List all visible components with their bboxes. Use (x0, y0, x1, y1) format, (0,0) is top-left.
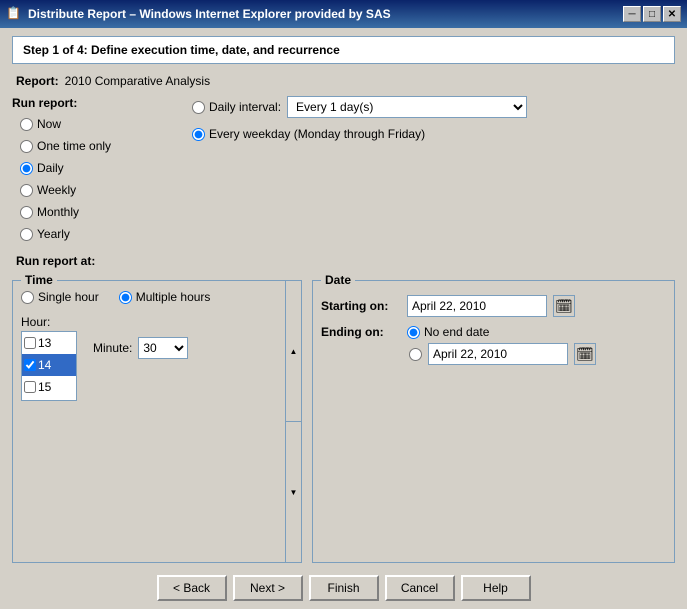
back-button[interactable]: < Back (157, 575, 227, 601)
radio-daily-input[interactable] (20, 162, 33, 175)
hour-scroll-up[interactable]: ▲ (286, 281, 301, 422)
cancel-button[interactable]: Cancel (385, 575, 455, 601)
hour-15-checkbox[interactable] (24, 381, 36, 393)
hour-scroll: ▲ ▼ (285, 281, 301, 562)
radio-multiple-hours[interactable]: Multiple hours (119, 287, 211, 307)
radio-end-date-input[interactable] (409, 348, 422, 361)
hour-list[interactable]: 13 14 15 (21, 331, 77, 401)
radio-daily-interval-input[interactable] (192, 101, 205, 114)
close-button[interactable]: ✕ (663, 6, 681, 22)
radio-yearly-input[interactable] (20, 228, 33, 241)
report-value: 2010 Comparative Analysis (65, 74, 210, 88)
starting-row: Starting on: 🗓 (321, 295, 666, 317)
run-report-label: Run report: (12, 96, 172, 110)
weekday-interval-row: Every weekday (Monday through Friday) (192, 124, 675, 144)
radio-weekly-input[interactable] (20, 184, 33, 197)
radio-yearly[interactable]: Yearly (20, 224, 172, 244)
radio-daily-label: Daily (37, 161, 64, 175)
single-hour-label: Single hour (38, 290, 99, 304)
no-end-label: No end date (424, 325, 489, 339)
run-report-radio-group: Now One time only Daily Weekly Monthly (20, 114, 172, 244)
time-group: Time Single hour Multiple hours Hour: (12, 280, 302, 563)
ending-label: Ending on: (321, 325, 401, 339)
multiple-hours-label: Multiple hours (136, 290, 211, 304)
report-row: Report: 2010 Comparative Analysis (12, 74, 675, 88)
radio-yearly-label: Yearly (37, 227, 70, 241)
hour-item-15[interactable]: 15 (22, 376, 76, 398)
ending-date-row: 🗓 (409, 343, 596, 365)
top-section: Run report: Now One time only Daily Week… (12, 96, 675, 244)
finish-button[interactable]: Finish (309, 575, 379, 601)
step-header: Step 1 of 4: Define execution time, date… (12, 36, 675, 64)
report-label: Report: (16, 74, 59, 88)
radio-monthly-input[interactable] (20, 206, 33, 219)
minute-section: Minute: 30 00 15 45 (93, 337, 188, 359)
radio-now-input[interactable] (20, 118, 33, 131)
weekday-label: Every weekday (Monday through Friday) (209, 127, 425, 141)
title-bar-buttons: ─ □ ✕ (623, 6, 681, 22)
next-button[interactable]: Next > (233, 575, 303, 601)
ending-row: Ending on: No end date 🗓 (321, 325, 666, 365)
radio-monthly[interactable]: Monthly (20, 202, 172, 222)
radio-one-time-input[interactable] (20, 140, 33, 153)
radio-weekly-label: Weekly (37, 183, 76, 197)
radio-daily[interactable]: Daily (20, 158, 172, 178)
title-bar-text: Distribute Report – Windows Internet Exp… (28, 7, 623, 21)
run-report-at-label: Run report at: (12, 254, 675, 268)
radio-no-end-input[interactable] (407, 326, 420, 339)
hour-13-value: 13 (38, 336, 51, 350)
radio-one-time-label: One time only (37, 139, 111, 153)
radio-daily-interval[interactable]: Daily interval: (192, 97, 281, 117)
starting-date-input[interactable] (407, 295, 547, 317)
radio-weekly[interactable]: Weekly (20, 180, 172, 200)
hour-label: Hour: (21, 315, 77, 329)
help-button[interactable]: Help (461, 575, 531, 601)
minute-select[interactable]: 30 00 15 45 (138, 337, 188, 359)
ending-date-input[interactable] (428, 343, 568, 365)
time-group-legend: Time (21, 273, 57, 287)
hour-item-13[interactable]: 13 (22, 332, 76, 354)
ending-options: No end date 🗓 (407, 325, 596, 365)
footer: < Back Next > Finish Cancel Help (12, 563, 675, 601)
hour-14-checkbox[interactable] (24, 359, 36, 371)
hour-14-value: 14 (38, 358, 51, 372)
minimize-button[interactable]: ─ (623, 6, 641, 22)
radio-now[interactable]: Now (20, 114, 172, 134)
time-top-row: Single hour Multiple hours (21, 287, 293, 307)
hour-scroll-down[interactable]: ▼ (286, 422, 301, 562)
hour-item-14[interactable]: 14 (22, 354, 76, 376)
interval-section: Daily interval: Every 1 day(s) Every wee… (192, 96, 675, 244)
radio-multiple-hours-input[interactable] (119, 291, 132, 304)
hour-13-checkbox[interactable] (24, 337, 36, 349)
maximize-button[interactable]: □ (643, 6, 661, 22)
run-report-section: Run report: Now One time only Daily Week… (12, 96, 172, 244)
minute-label: Minute: (93, 341, 132, 355)
radio-now-label: Now (37, 117, 61, 131)
radio-monthly-label: Monthly (37, 205, 79, 219)
time-bottom-row: Hour: 13 14 (21, 315, 293, 401)
daily-interval-select[interactable]: Every 1 day(s) (287, 96, 527, 118)
radio-one-time[interactable]: One time only (20, 136, 172, 156)
dialog-body: Step 1 of 4: Define execution time, date… (0, 28, 687, 609)
title-bar: 📋 Distribute Report – Windows Internet E… (0, 0, 687, 28)
radio-single-hour[interactable]: Single hour (21, 287, 99, 307)
starting-calendar-button[interactable]: 🗓 (553, 295, 575, 317)
ending-calendar-button[interactable]: 🗓 (574, 343, 596, 365)
radio-weekday-input[interactable] (192, 128, 205, 141)
date-group: Date Starting on: 🗓 Ending on: No end da… (312, 280, 675, 563)
daily-interval-label: Daily interval: (209, 100, 281, 114)
radio-no-end-date[interactable]: No end date (407, 325, 596, 339)
starting-label: Starting on: (321, 299, 401, 313)
hour-list-container: 13 14 15 ▲ (21, 331, 77, 401)
radio-single-hour-input[interactable] (21, 291, 34, 304)
date-group-legend: Date (321, 273, 355, 287)
app-icon: 📋 (6, 6, 22, 22)
radio-weekday[interactable]: Every weekday (Monday through Friday) (192, 124, 425, 144)
hour-15-value: 15 (38, 380, 51, 394)
hour-section: Hour: 13 14 (21, 315, 77, 401)
daily-interval-row: Daily interval: Every 1 day(s) (192, 96, 675, 118)
bottom-section: Time Single hour Multiple hours Hour: (12, 274, 675, 563)
step-header-text: Step 1 of 4: Define execution time, date… (23, 43, 340, 57)
